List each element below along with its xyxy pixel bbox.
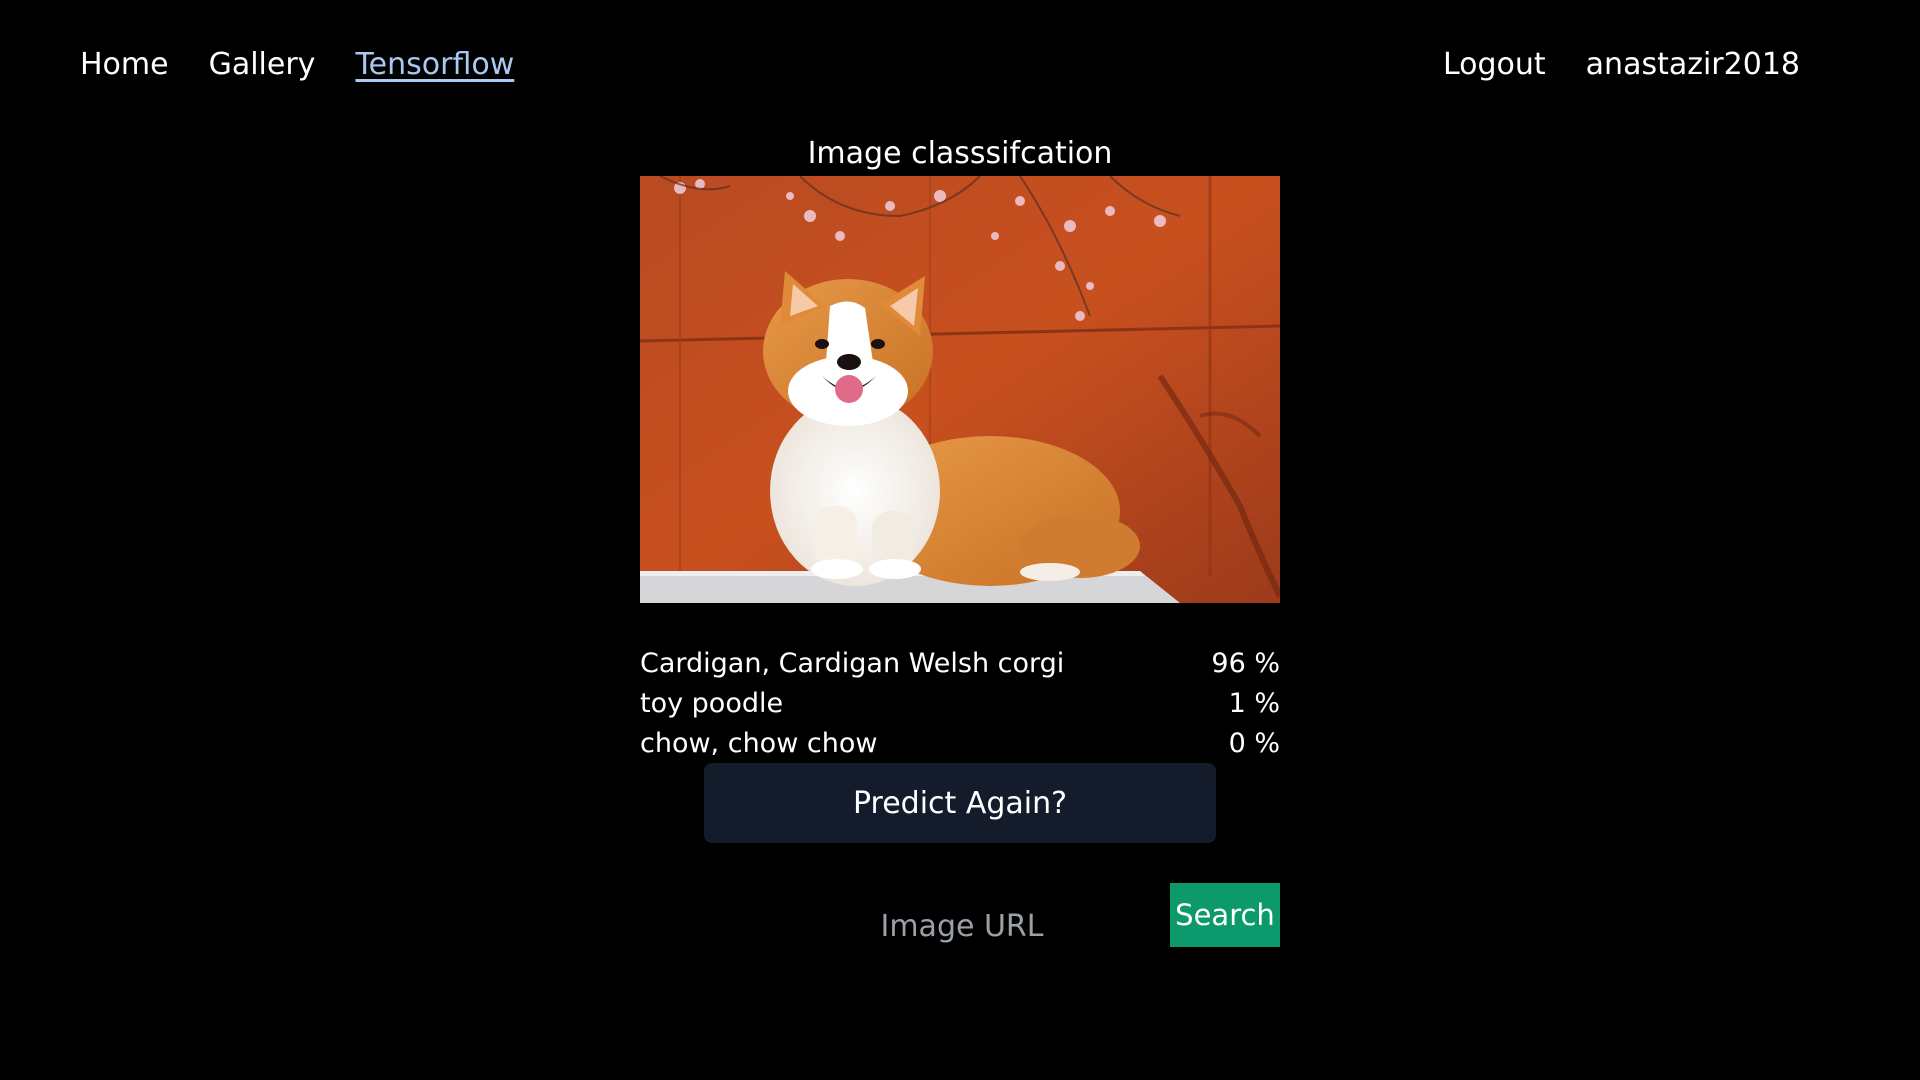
nav-tensorflow-link[interactable]: Tensorflow [355, 44, 514, 86]
prediction-results: Cardigan, Cardigan Welsh corgi 96 % toy … [640, 644, 1280, 764]
logout-link[interactable]: Logout [1443, 44, 1546, 86]
page-title: Image classsifcation [807, 136, 1113, 171]
nav-gallery-link[interactable]: Gallery [209, 44, 316, 86]
result-row: toy poodle 1 % [640, 684, 1280, 724]
nav-home-link[interactable]: Home [80, 44, 169, 86]
result-label: chow, chow chow [640, 728, 878, 759]
user-nav: Logout anastazir2018 [1443, 44, 1800, 86]
username-link[interactable]: anastazir2018 [1586, 44, 1800, 86]
result-percent: 1 % [1228, 688, 1280, 719]
result-percent: 96 % [1211, 648, 1280, 679]
main-nav: Home Gallery Tensorflow [80, 44, 514, 86]
result-row: Cardigan, Cardigan Welsh corgi 96 % [640, 644, 1280, 684]
image-url-input[interactable] [800, 895, 1124, 957]
result-row: chow, chow chow 0 % [640, 724, 1280, 764]
classified-image [640, 176, 1280, 603]
result-percent: 0 % [1228, 728, 1280, 759]
result-label: Cardigan, Cardigan Welsh corgi [640, 648, 1065, 679]
search-button[interactable]: Search [1170, 883, 1280, 947]
predict-again-button[interactable]: Predict Again? [704, 763, 1216, 843]
result-label: toy poodle [640, 688, 784, 719]
